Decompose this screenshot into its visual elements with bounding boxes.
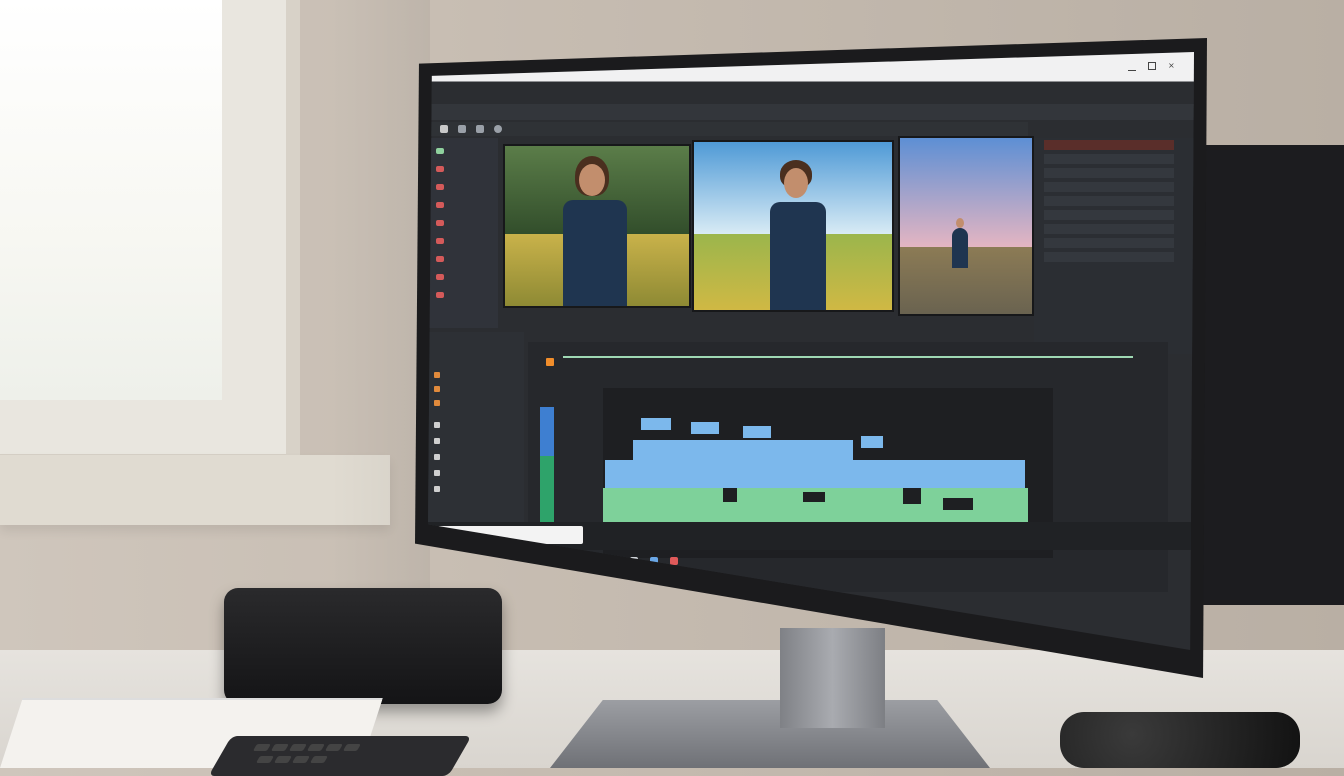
settings-icon[interactable] — [494, 125, 502, 133]
tool-icon[interactable] — [436, 292, 444, 298]
track-icon[interactable] — [434, 470, 440, 476]
effects-item[interactable] — [1044, 196, 1174, 206]
track-icon[interactable] — [434, 454, 440, 460]
effects-item[interactable] — [1044, 224, 1174, 234]
tool-icon[interactable] — [436, 256, 444, 262]
minimize-icon[interactable] — [1128, 62, 1136, 71]
person-figure — [563, 156, 633, 306]
effects-item[interactable] — [1044, 252, 1174, 262]
effects-item[interactable] — [1044, 168, 1174, 178]
maximize-icon[interactable] — [1148, 62, 1156, 70]
track-icon[interactable] — [434, 400, 440, 406]
effects-item[interactable] — [1044, 182, 1174, 192]
effects-item[interactable] — [1044, 210, 1174, 220]
tool-icon[interactable] — [436, 166, 444, 172]
taskbar-app-icon[interactable] — [670, 557, 678, 565]
track-icon[interactable] — [434, 372, 440, 378]
clip-thumbnail-forest[interactable] — [503, 144, 691, 308]
clip-thumbnail-meadow[interactable] — [692, 140, 894, 312]
monitor-stand-neck — [780, 628, 885, 728]
play-icon[interactable] — [440, 125, 448, 133]
close-icon[interactable]: × — [1168, 62, 1176, 70]
timeline-ruler — [563, 356, 1133, 358]
tool-icon[interactable] — [436, 220, 444, 226]
tool-icon[interactable] — [436, 274, 444, 280]
tool-icon[interactable] — [436, 184, 444, 190]
tool-icon[interactable] — [436, 238, 444, 244]
person-figure — [768, 160, 830, 310]
person-figure — [952, 218, 968, 278]
monitor-stand-base — [550, 700, 990, 768]
effects-item[interactable] — [1044, 154, 1174, 164]
desk-speaker — [224, 588, 502, 704]
effects-panel — [1034, 138, 1194, 354]
window-glass — [0, 0, 222, 400]
track-icon[interactable] — [434, 386, 440, 392]
track-icon[interactable] — [434, 486, 440, 492]
second-monitor — [1195, 145, 1344, 605]
audio-level-meter — [540, 407, 554, 529]
tools-panel — [428, 138, 498, 328]
effects-item[interactable] — [1044, 238, 1174, 248]
effects-item-selected[interactable] — [1044, 140, 1174, 150]
toolbar — [428, 122, 1028, 136]
clip-thumbnail-mountain-road[interactable] — [898, 136, 1034, 316]
scissors-icon[interactable] — [458, 125, 466, 133]
tool-icon[interactable] — [436, 202, 444, 208]
desk-gadget — [1060, 712, 1300, 768]
folder-icon[interactable] — [476, 125, 484, 133]
track-list — [428, 332, 524, 542]
track-icon[interactable] — [434, 422, 440, 428]
track-icon[interactable] — [434, 438, 440, 444]
playhead-marker[interactable] — [546, 358, 554, 366]
tool-icon[interactable] — [436, 148, 444, 154]
keyboard — [208, 736, 472, 776]
menu-bar — [428, 104, 1194, 120]
